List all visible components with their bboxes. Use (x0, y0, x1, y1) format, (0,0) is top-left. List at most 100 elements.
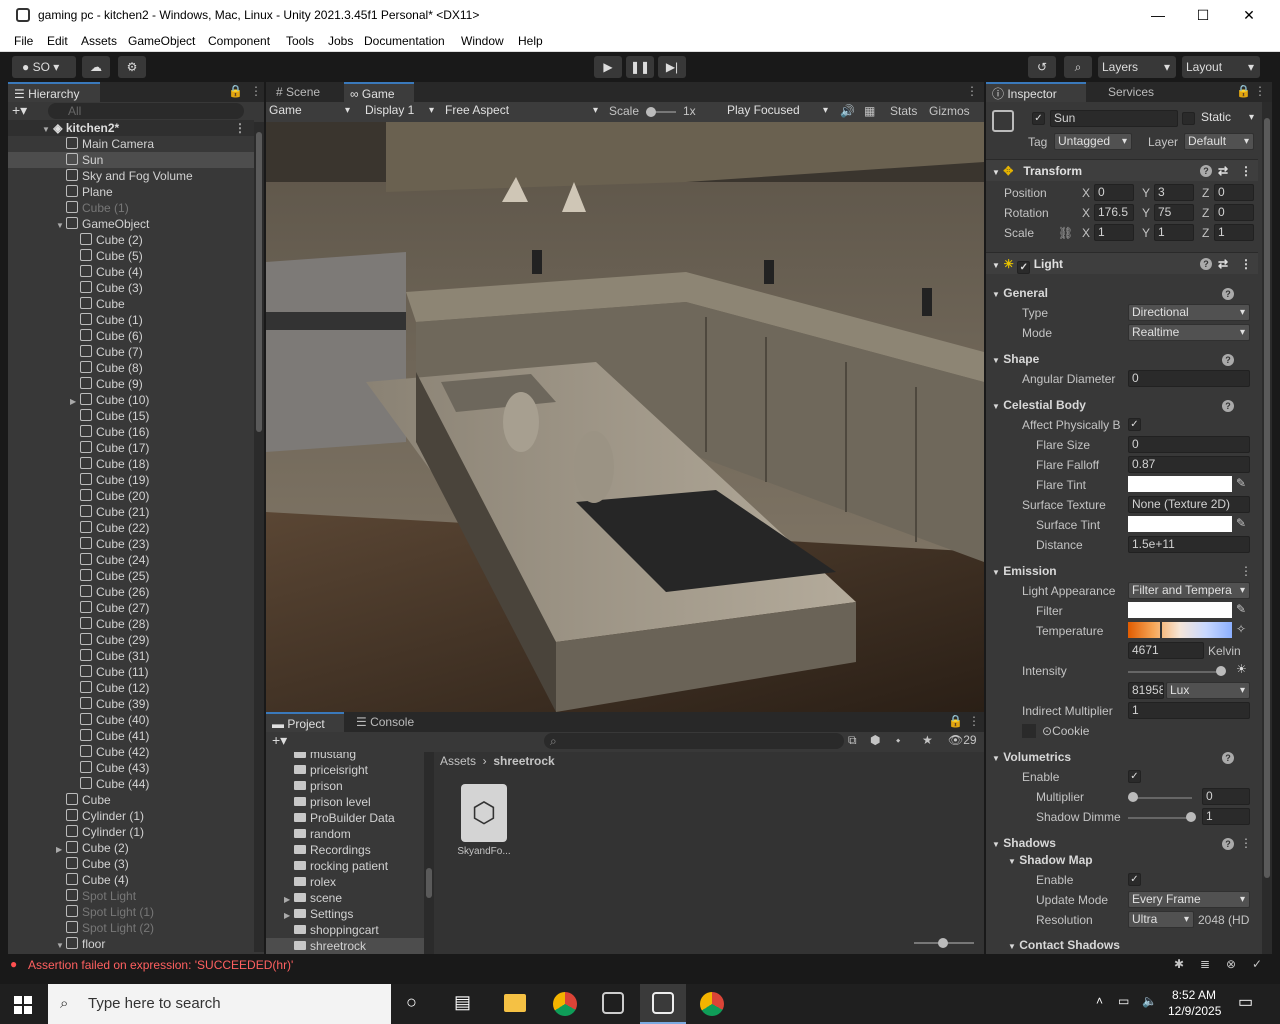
folder-scrollbar[interactable] (424, 752, 434, 954)
hierarchy-item[interactable]: Cube (23) (8, 536, 254, 552)
hierarchy-item[interactable]: Cube (1) (8, 312, 254, 328)
surface-eyedropper-icon[interactable]: ✎ (1236, 516, 1246, 530)
network-tray-icon[interactable]: ▭ (1118, 994, 1129, 1008)
menu-edit[interactable]: Edit (47, 34, 68, 48)
layer-dropdown[interactable]: Default (1184, 133, 1254, 150)
hierarchy-item[interactable]: Cube (20) (8, 488, 254, 504)
hierarchy-item[interactable]: Cube (22) (8, 520, 254, 536)
flare-tint-swatch[interactable] (1128, 476, 1232, 492)
file-explorer-icon[interactable] (504, 994, 526, 1012)
menu-documentation[interactable]: Documentation (364, 34, 445, 48)
general-help-icon[interactable]: ? (1222, 288, 1234, 300)
hierarchy-item[interactable]: Cube (29) (8, 632, 254, 648)
bug-icon[interactable]: ✱ (1174, 957, 1184, 971)
collab-button[interactable]: ⚙ (118, 56, 146, 78)
check-icon[interactable]: ✓ (1252, 957, 1262, 971)
surface-texture-field[interactable]: None (Texture 2D) (1128, 496, 1250, 513)
add-button[interactable]: +▾ (12, 102, 27, 119)
hierarchy-item[interactable]: Cube (43) (8, 760, 254, 776)
unity-editor-icon[interactable] (640, 984, 686, 1024)
gizmos-button[interactable]: Gizmos (929, 104, 970, 118)
temperature-gradient[interactable] (1128, 622, 1232, 638)
thumbnail-size-slider[interactable] (914, 938, 974, 948)
project-add-button[interactable]: +▾ (272, 732, 287, 749)
hierarchy-item[interactable]: ▶ Cube (2) (8, 840, 254, 856)
celestial-help-icon[interactable]: ? (1222, 400, 1234, 412)
hierarchy-item[interactable]: Cube (18) (8, 456, 254, 472)
hierarchy-item[interactable]: ▶ Cube (10) (8, 392, 254, 408)
light-preset-icon[interactable]: ⇄ (1218, 253, 1228, 275)
filter-eyedropper-icon[interactable]: ✎ (1236, 602, 1246, 616)
hierarchy-item[interactable]: Cube (1) (8, 200, 254, 216)
game-mode-dropdown[interactable]: Game (266, 103, 354, 120)
hierarchy-item[interactable]: Cube (5) (8, 248, 254, 264)
tab-inspector[interactable]: ⓘ Inspector (986, 82, 1086, 102)
clock-date[interactable]: 12/9/2025 (1168, 1004, 1221, 1018)
layers-dropdown[interactable]: Layers ▾ (1098, 56, 1176, 78)
light-menu-icon[interactable]: ⋮ (1240, 253, 1252, 275)
project-search-input[interactable]: ⌕ (544, 733, 844, 749)
cache-icon[interactable]: ≣ (1200, 957, 1210, 971)
preset-icon[interactable]: ⇄ (1218, 160, 1228, 182)
multiplier-slider[interactable] (1128, 792, 1192, 802)
display-dropdown[interactable]: Display 1 (362, 103, 438, 120)
tray-chevron-icon[interactable]: ˄ (1096, 994, 1103, 1008)
hierarchy-item[interactable]: Cube (12) (8, 680, 254, 696)
folder-item[interactable]: prison level (266, 794, 424, 810)
temperature-wand-icon[interactable]: ✧ (1236, 622, 1246, 636)
chrome-icon-2[interactable] (700, 992, 724, 1016)
hierarchy-item[interactable]: Cube (27) (8, 600, 254, 616)
cortana-icon[interactable]: ○ (406, 992, 417, 1013)
light-help-icon[interactable]: ? (1200, 258, 1212, 270)
tab-console[interactable]: ☰ Console (350, 712, 420, 732)
hierarchy-item[interactable]: Cube (39) (8, 696, 254, 712)
intensity-field[interactable]: 81958 (1128, 682, 1164, 699)
general-section[interactable]: ▼ General (992, 286, 1048, 300)
cookie-slot[interactable] (1022, 724, 1036, 738)
light-type-dropdown[interactable]: Directional (1128, 304, 1250, 321)
affect-checkbox[interactable]: ✓ (1128, 418, 1141, 431)
transform-rotation-z-field[interactable]: 0 (1214, 204, 1254, 221)
folder-item[interactable]: priceisright (266, 762, 424, 778)
hierarchy-item[interactable]: Cube (42) (8, 744, 254, 760)
transform-scale-x-field[interactable]: 1 (1094, 224, 1134, 241)
shadow-enable-checkbox[interactable]: ✓ (1128, 873, 1141, 886)
foldout-arrow-icon[interactable]: ▼ (56, 938, 66, 954)
hierarchy-item[interactable]: Cube (3) (8, 280, 254, 296)
hierarchy-item[interactable]: Cube (2) (8, 232, 254, 248)
hierarchy-item[interactable]: Spot Light (8, 888, 254, 904)
folder-item[interactable]: ▶ Settings (266, 906, 424, 922)
hierarchy-item[interactable]: Cube (25) (8, 568, 254, 584)
step-button[interactable]: ▶| (658, 56, 686, 78)
frame-debug-icon[interactable]: ▦ (864, 104, 875, 118)
hierarchy-item[interactable]: Cube (8, 792, 254, 808)
menu-gameobject[interactable]: GameObject (128, 34, 195, 48)
surface-tint-swatch[interactable] (1128, 516, 1232, 532)
folder-item[interactable]: mustang (266, 752, 424, 762)
breadcrumb-current[interactable]: shreetrock (493, 754, 554, 768)
shadows-help-icon[interactable]: ? (1222, 838, 1234, 850)
favorite-star-icon[interactable]: ★ (922, 733, 933, 747)
aspect-dropdown[interactable]: Free Aspect (442, 103, 602, 120)
static-dropdown[interactable]: Static (1198, 110, 1258, 127)
inspector-lock-icon[interactable]: 🔒 (1236, 84, 1251, 98)
lock-icon[interactable]: 🔒 (228, 84, 243, 98)
hierarchy-item[interactable]: Cube (41) (8, 728, 254, 744)
transform-scale-y-field[interactable]: 1 (1154, 224, 1194, 241)
maximize-button[interactable]: ☐ (1180, 0, 1226, 30)
folder-item[interactable]: prison (266, 778, 424, 794)
hierarchy-item[interactable]: Spot Light (1) (8, 904, 254, 920)
layout-dropdown[interactable]: Layout ▾ (1182, 56, 1260, 78)
celestial-section[interactable]: ▼ Celestial Body (992, 398, 1086, 412)
volumetrics-help-icon[interactable]: ? (1222, 752, 1234, 764)
folder-item[interactable]: rocking patient (266, 858, 424, 874)
play-focused-dropdown[interactable]: Play Focused (724, 103, 832, 120)
hierarchy-item[interactable]: Cube (31) (8, 648, 254, 664)
game-viewport[interactable] (266, 122, 984, 712)
more-icon[interactable]: ⋮ (250, 84, 262, 98)
shadows-menu-icon[interactable]: ⋮ (1240, 836, 1252, 850)
contact-shadows-section[interactable]: ▼ Contact Shadows (1008, 938, 1120, 952)
appearance-dropdown[interactable]: Filter and Tempera (1128, 582, 1250, 599)
folder-item[interactable]: ▶ scene (266, 890, 424, 906)
hierarchy-item[interactable]: Cube (9) (8, 376, 254, 392)
